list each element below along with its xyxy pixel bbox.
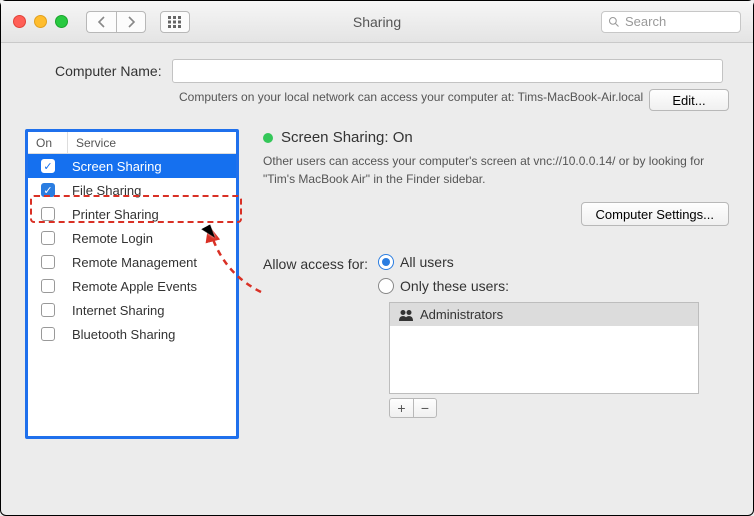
minimize-window-button[interactable] [34, 15, 47, 28]
computer-name-row: Computer Name: [25, 59, 729, 83]
service-row[interactable]: Bluetooth Sharing [28, 322, 236, 346]
allow-access-label: Allow access for: [263, 254, 368, 272]
only-users-radio[interactable]: Only these users: [378, 278, 509, 294]
status-row: Screen Sharing: On [263, 129, 729, 146]
all-users-label: All users [400, 254, 454, 270]
services-header: On Service [28, 132, 236, 154]
status-description: Other users can access your computer's s… [263, 152, 729, 188]
main-panel: On Service ✓ Screen Sharing ✓ File Sharing P… [25, 129, 729, 439]
service-row[interactable]: Remote Apple Events [28, 274, 236, 298]
service-checkbox[interactable] [41, 207, 55, 221]
remove-user-button[interactable]: − [413, 398, 437, 418]
access-text-row: Computers on your local network can acce… [25, 89, 729, 111]
header-service: Service [68, 136, 116, 150]
sharing-window: Sharing Search Computer Name: Computers … [0, 0, 754, 516]
service-row[interactable]: Printer Sharing [28, 202, 236, 226]
status-title: Screen Sharing: On [281, 129, 413, 146]
service-label: Bluetooth Sharing [68, 327, 175, 342]
service-label: Internet Sharing [68, 303, 165, 318]
service-row[interactable]: Remote Login [28, 226, 236, 250]
show-all-button[interactable] [160, 11, 190, 33]
radio-icon [378, 278, 394, 294]
service-label: Remote Management [68, 255, 197, 270]
only-users-label: Only these users: [400, 278, 509, 294]
services-list[interactable]: On Service ✓ Screen Sharing ✓ File Sharing P… [25, 129, 239, 439]
users-controls: + − [389, 398, 729, 418]
service-label: Remote Login [68, 231, 153, 246]
search-input[interactable]: Search [601, 11, 741, 33]
forward-button[interactable] [116, 11, 146, 33]
search-icon [608, 16, 620, 28]
header-on: On [28, 132, 68, 153]
close-window-button[interactable] [13, 15, 26, 28]
grid-icon [168, 16, 182, 28]
allow-access-row: Allow access for: All users Only these u… [263, 254, 729, 294]
network-access-text: Computers on your local network can acce… [179, 89, 649, 106]
radio-icon [378, 254, 394, 270]
service-label: Remote Apple Events [68, 279, 197, 294]
service-row[interactable]: ✓ File Sharing [28, 178, 236, 202]
computer-name-label: Computer Name: [55, 63, 162, 79]
content-area: Computer Name: Computers on your local n… [1, 43, 753, 449]
status-indicator-icon [263, 133, 273, 143]
all-users-radio[interactable]: All users [378, 254, 509, 270]
service-checkbox[interactable] [41, 255, 55, 269]
service-row[interactable]: ✓ Screen Sharing [28, 154, 236, 178]
add-user-button[interactable]: + [389, 398, 413, 418]
service-checkbox[interactable]: ✓ [41, 159, 55, 173]
nav-buttons [86, 11, 146, 33]
titlebar: Sharing Search [1, 1, 753, 43]
access-radio-group: All users Only these users: [378, 254, 509, 294]
service-checkbox[interactable]: ✓ [41, 183, 55, 197]
service-checkbox[interactable] [41, 303, 55, 317]
computer-name-input[interactable] [172, 59, 723, 83]
window-title: Sharing [353, 14, 401, 30]
service-label: Screen Sharing [68, 159, 162, 174]
computer-settings-button[interactable]: Computer Settings... [581, 202, 730, 226]
service-label: File Sharing [68, 183, 141, 198]
service-checkbox[interactable] [41, 327, 55, 341]
edit-hostname-button[interactable]: Edit... [649, 89, 729, 111]
service-label: Printer Sharing [68, 207, 159, 222]
back-button[interactable] [86, 11, 116, 33]
service-checkbox[interactable] [41, 279, 55, 293]
service-row[interactable]: Remote Management [28, 250, 236, 274]
users-list[interactable]: Administrators [389, 302, 699, 394]
traffic-lights [13, 15, 68, 28]
user-row[interactable]: Administrators [390, 303, 698, 326]
zoom-window-button[interactable] [55, 15, 68, 28]
group-icon [398, 309, 414, 321]
service-checkbox[interactable] [41, 231, 55, 245]
detail-panel: Screen Sharing: On Other users can acces… [263, 129, 729, 439]
user-label: Administrators [420, 307, 503, 322]
service-row[interactable]: Internet Sharing [28, 298, 236, 322]
search-placeholder: Search [625, 14, 666, 29]
